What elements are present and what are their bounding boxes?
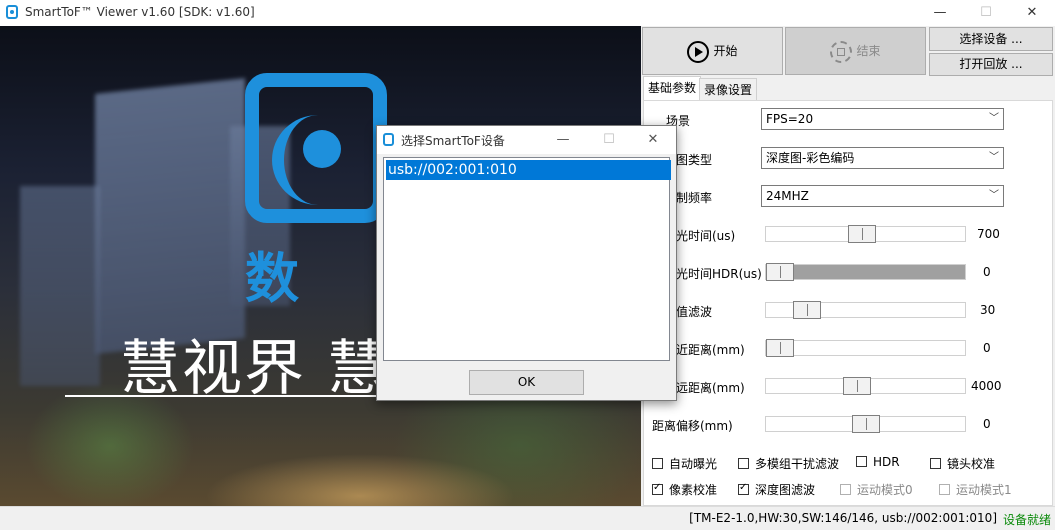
far-dist-value: 4000 bbox=[971, 379, 1002, 393]
slider-thumb[interactable] bbox=[793, 301, 821, 319]
select-device-button[interactable]: 选择设备 ... bbox=[929, 27, 1053, 51]
checkbox-box[interactable] bbox=[856, 456, 867, 467]
chevron-down-icon: ﹀ bbox=[989, 113, 999, 124]
ok-button[interactable]: OK bbox=[469, 370, 584, 395]
building-shape bbox=[95, 78, 245, 354]
filter-value: 30 bbox=[980, 303, 996, 317]
option-checkbox[interactable]: 运动模式1 bbox=[939, 481, 1012, 498]
option-checkbox[interactable]: 自动曝光 bbox=[652, 455, 717, 472]
option-checkbox[interactable]: 多模组干扰滤波 bbox=[738, 455, 839, 472]
option-checkbox[interactable]: 像素校准 bbox=[652, 481, 717, 498]
checkbox-label: 深度图滤波 bbox=[755, 483, 816, 497]
stop-button[interactable]: 结束 bbox=[785, 27, 926, 75]
near-dist-label: 近距离(mm) bbox=[676, 343, 745, 357]
dialog-minimize-button[interactable]: — bbox=[540, 126, 586, 154]
slider-thumb[interactable] bbox=[852, 415, 880, 433]
mod-freq-value: 24MHZ bbox=[766, 189, 809, 203]
close-button[interactable]: ✕ bbox=[1009, 0, 1055, 26]
device-list-item[interactable]: usb://002:001:010 bbox=[386, 160, 671, 180]
exposure-hdr-value: 0 bbox=[983, 265, 991, 279]
scene-select[interactable]: FPS=20 ﹀ bbox=[761, 108, 1004, 130]
slider-thumb[interactable] bbox=[843, 377, 871, 395]
near-dist-slider[interactable] bbox=[765, 339, 966, 357]
exposure-slider[interactable] bbox=[765, 225, 966, 243]
checkbox-label: HDR bbox=[873, 455, 900, 469]
checkbox-box[interactable] bbox=[738, 482, 749, 495]
filter-slider[interactable] bbox=[765, 301, 966, 319]
device-list[interactable]: usb://002:001:010 bbox=[383, 157, 671, 361]
option-checkbox[interactable]: 运动模式0 bbox=[840, 481, 913, 498]
dialog-maximize-button[interactable]: ☐ bbox=[586, 126, 632, 154]
building-shape bbox=[20, 186, 100, 386]
exposure-hdr-slider[interactable] bbox=[765, 263, 966, 281]
exposure-value: 700 bbox=[977, 227, 1000, 241]
chevron-down-icon: ﹀ bbox=[989, 190, 999, 201]
checkbox-box[interactable] bbox=[652, 458, 663, 469]
checkbox-label: 像素校准 bbox=[669, 483, 718, 497]
checkbox-box[interactable] bbox=[939, 484, 950, 495]
checkbox-box[interactable] bbox=[652, 482, 663, 495]
start-label: 开始 bbox=[713, 44, 738, 58]
tab-record-settings[interactable]: 录像设置 bbox=[699, 78, 758, 100]
brand-slogan: 慧视界 慧 bbox=[120, 334, 390, 404]
dialog-title: 选择SmartToF设备 bbox=[401, 134, 505, 148]
mod-freq-select[interactable]: 24MHZ ﹀ bbox=[761, 185, 1004, 207]
app-icon bbox=[383, 133, 394, 146]
minimize-button[interactable]: — bbox=[917, 0, 963, 26]
open-playback-button[interactable]: 打开回放 ... bbox=[929, 53, 1053, 76]
far-dist-slider[interactable] bbox=[765, 377, 966, 395]
device-ready-text: 设备就绪 bbox=[1002, 513, 1051, 527]
slider-thumb[interactable] bbox=[766, 263, 794, 281]
checkbox-box[interactable] bbox=[930, 458, 941, 469]
device-info-text: [TM-E2-1.0,HW:30,SW:146/146, usb://002:0… bbox=[689, 511, 997, 525]
filter-label: 值滤波 bbox=[676, 305, 713, 319]
select-device-dialog: 选择SmartToF设备 — ☐ ✕ usb://002:001:010 OK bbox=[376, 125, 677, 401]
option-checkbox[interactable]: 镜头校准 bbox=[930, 455, 995, 472]
tab-basic-params[interactable]: 基础参数 bbox=[643, 76, 702, 100]
checkbox-label: 多模组干扰滤波 bbox=[755, 457, 840, 471]
start-button[interactable]: 开始 bbox=[642, 27, 783, 75]
checkbox-label: 运动模式0 bbox=[857, 483, 913, 497]
maximize-button[interactable]: ☐ bbox=[963, 0, 1009, 26]
brand-logo-pupil bbox=[303, 130, 341, 168]
scene-value: FPS=20 bbox=[766, 112, 814, 126]
stop-label: 结束 bbox=[856, 44, 881, 58]
window-title: SmartToF™ Viewer v1.60 [SDK: v1.60] bbox=[25, 5, 255, 19]
dialog-close-button[interactable]: ✕ bbox=[630, 126, 676, 154]
dialog-title-bar: 选择SmartToF设备 — ☐ ✕ bbox=[377, 126, 676, 154]
exposure-label: 光时间(us) bbox=[676, 229, 736, 243]
stop-icon bbox=[830, 40, 853, 63]
window-title-bar: SmartToF™ Viewer v1.60 [SDK: v1.60] — ☐ … bbox=[0, 0, 1055, 26]
option-checkbox[interactable]: HDR bbox=[856, 455, 900, 469]
basic-params-pane: 场景 FPS=20 ﹀ 图类型 深度图-彩色编码 ﹀ 制频率 24MHZ ﹀ 光时间(… bbox=[643, 100, 1053, 506]
checkbox-label: 运动模式1 bbox=[956, 483, 1012, 497]
dist-offset-slider[interactable] bbox=[765, 415, 966, 433]
far-dist-label: 远距离(mm) bbox=[676, 381, 745, 395]
image-type-value: 深度图-彩色编码 bbox=[766, 151, 855, 165]
control-panel: 开始 结束 选择设备 ... 打开回放 ... 基础参数 录像设置 场景 FPS… bbox=[641, 26, 1055, 506]
near-dist-value: 0 bbox=[983, 341, 991, 355]
slider-thumb[interactable] bbox=[848, 225, 876, 243]
chevron-down-icon: ﹀ bbox=[989, 152, 999, 163]
checkbox-label: 镜头校准 bbox=[947, 457, 996, 471]
option-checkbox[interactable]: 深度图滤波 bbox=[738, 481, 815, 498]
image-type-select[interactable]: 深度图-彩色编码 ﹀ bbox=[761, 147, 1004, 169]
checkbox-box[interactable] bbox=[738, 458, 749, 469]
play-icon bbox=[687, 40, 710, 63]
app-icon bbox=[6, 5, 18, 19]
dist-offset-value: 0 bbox=[983, 417, 991, 431]
image-type-label: 图类型 bbox=[676, 153, 713, 167]
status-bar: [TM-E2-1.0,HW:30,SW:146/146, usb://002:0… bbox=[0, 506, 1055, 530]
mod-freq-label: 制频率 bbox=[676, 191, 713, 205]
checkbox-label: 自动曝光 bbox=[669, 457, 718, 471]
slider-thumb[interactable] bbox=[766, 339, 794, 357]
checkbox-box[interactable] bbox=[840, 484, 851, 495]
dist-offset-label: 距离偏移(mm) bbox=[652, 419, 733, 433]
exposure-hdr-label: 光时间HDR(us) bbox=[676, 267, 762, 281]
